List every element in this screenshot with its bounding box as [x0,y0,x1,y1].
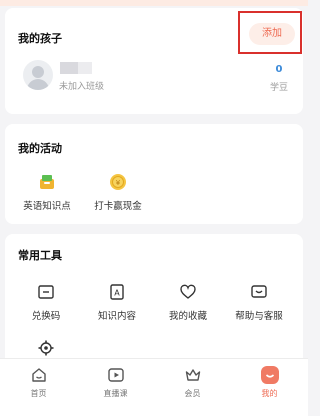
kid-name-redacted [60,62,78,74]
coin-icon: ¥ [109,173,127,191]
nav-label: 会员 [184,389,201,398]
activity-label: 英语知识点 [23,201,71,212]
nav-label: 首页 [30,389,47,398]
crown-icon [184,366,202,384]
my-kids-title: 我的孩子 [18,32,62,45]
home-icon [30,366,48,384]
tool-label: 知识内容 [97,311,136,322]
tool-redeem-code[interactable]: 兑换码 [14,283,78,322]
svg-text:A: A [114,289,120,298]
nav-label: 直播课 [103,389,128,398]
nav-home[interactable]: 首页 [0,359,77,416]
book-basket-icon [38,173,56,191]
gear-icon [37,339,55,357]
tool-help-support[interactable]: 帮助与客服 [227,283,291,322]
add-button-highlight [238,11,302,54]
svg-text:¥: ¥ [116,179,121,187]
activity-english-points[interactable]: 英语知识点 [13,173,81,212]
nav-live-class[interactable]: 直播课 [77,359,154,416]
nav-label: 我的 [261,389,278,398]
beans-label: 学豆 [269,83,288,93]
tool-label: 我的收藏 [168,311,207,322]
tool-knowledge-content[interactable]: A 知识内容 [85,283,149,322]
tool-favorites[interactable]: 我的收藏 [156,283,220,322]
document-icon: A [108,283,126,301]
tool-label: 兑换码 [31,311,61,322]
heart-icon [179,283,197,301]
my-activities-title: 我的活动 [18,142,62,155]
tool-label: 帮助与客服 [235,311,283,322]
nav-membership[interactable]: 会员 [154,359,231,416]
top-strip [0,0,308,6]
kid-class-status: 未加入班级 [59,82,105,92]
play-icon [107,366,125,384]
activity-label: 打卡赢现金 [94,201,142,212]
chat-icon [250,283,268,301]
bottom-nav: 首页 直播课 会员 我的 [0,358,308,416]
mine-icon [260,366,279,384]
kid-name-redacted-tail [78,62,92,74]
ticket-icon [37,283,55,301]
common-tools-title: 常用工具 [18,249,62,262]
beans-count[interactable]: 0 [264,64,294,75]
nav-mine[interactable]: 我的 [231,359,308,416]
activity-checkin-cash[interactable]: ¥ 打卡赢现金 [84,173,152,212]
avatar[interactable] [23,60,53,90]
